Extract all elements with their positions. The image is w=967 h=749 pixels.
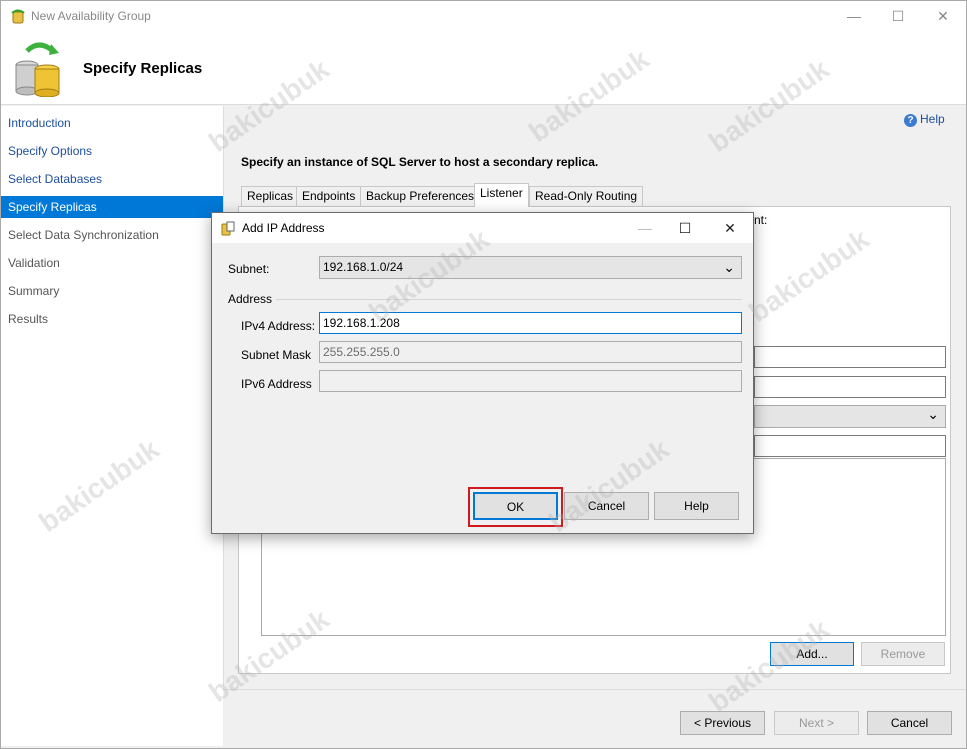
sidebar-item-results: Results	[8, 312, 49, 326]
close-button[interactable]: ✕	[920, 1, 966, 31]
listener-partial-label: nt:	[754, 213, 768, 227]
address-group-label: Address	[228, 292, 273, 306]
subnet-dropdown[interactable]: 192.168.1.0/24 ⌄	[319, 256, 742, 279]
database-wizard-icon	[15, 42, 60, 97]
ok-button[interactable]: OK	[473, 492, 558, 520]
sidebar-item-validation: Validation	[8, 256, 60, 270]
listener-dns-name-field[interactable]	[754, 346, 946, 368]
dialog-cancel-button[interactable]: Cancel	[564, 492, 649, 520]
ipv6-address-label: IPv6 Address	[241, 377, 312, 391]
sidebar-item-select-data-synchronization: Select Data Synchronization	[8, 228, 159, 242]
tab-read-only-routing[interactable]: Read-Only Routing	[529, 186, 644, 206]
subnet-value: 192.168.1.0/24	[323, 260, 404, 274]
page-title: Specify Replicas	[83, 60, 203, 77]
title-bar: New Availability Group — ☐ ✕	[1, 1, 966, 33]
ipv4-address-input[interactable]: 192.168.1.208	[319, 312, 742, 334]
remove-button: Remove	[861, 642, 945, 666]
dialog-close-button[interactable]: ✕	[710, 213, 750, 243]
next-button: Next >	[774, 711, 859, 735]
maximize-button[interactable]: ☐	[875, 1, 921, 31]
network-mode-dropdown[interactable]: ⌄	[754, 405, 946, 428]
help-icon: ?	[904, 114, 917, 127]
instruction-text: Specify an instance of SQL Server to hos…	[241, 155, 599, 169]
page-header: Specify Replicas	[1, 33, 966, 105]
ipv6-address-field	[319, 370, 742, 392]
dialog-minimize-button: —	[638, 220, 652, 236]
minimize-button[interactable]: —	[831, 1, 877, 31]
subnet-mask-field: 255.255.255.0	[319, 341, 742, 363]
subnet-mask-label: Subnet Mask	[241, 348, 312, 362]
subnet-label: Subnet:	[228, 262, 270, 276]
dialog-help-button[interactable]: Help	[654, 492, 739, 520]
add-ip-address-dialog: Add IP Address — ☐ ✕ Subnet: 192.168.1.0…	[211, 212, 754, 534]
cancel-button[interactable]: Cancel	[867, 711, 952, 735]
dialog-maximize-button[interactable]: ☐	[665, 213, 705, 243]
tab-replicas[interactable]: Replicas	[241, 186, 300, 206]
sidebar-item-summary: Summary	[8, 284, 60, 298]
ipv4-address-label: IPv4 Address:	[241, 319, 316, 333]
listener-port-field[interactable]	[754, 376, 946, 398]
address-group-divider	[276, 299, 742, 300]
add-button[interactable]: Add...	[770, 642, 854, 666]
chevron-down-icon: ⌄	[927, 406, 939, 422]
wizard-sidebar: Introduction Specify Options Select Data…	[1, 106, 223, 746]
network-field[interactable]	[754, 435, 946, 457]
availability-group-icon	[11, 9, 25, 24]
dialog-title-bar: Add IP Address — ☐ ✕	[212, 213, 753, 243]
dialog-app-icon	[221, 221, 235, 236]
window-title: New Availability Group	[31, 9, 151, 23]
sidebar-item-specify-options[interactable]: Specify Options	[1, 140, 223, 162]
previous-button[interactable]: < Previous	[680, 711, 765, 735]
dialog-title: Add IP Address	[242, 221, 325, 235]
chevron-down-icon: ⌄	[723, 259, 735, 275]
sidebar-item-specify-replicas[interactable]: Specify Replicas	[1, 196, 223, 218]
tab-endpoints[interactable]: Endpoints	[296, 186, 362, 206]
sidebar-item-select-databases[interactable]: Select Databases	[1, 168, 223, 190]
tab-backup-preferences[interactable]: Backup Preferences	[360, 186, 481, 206]
tab-listener[interactable]: Listener	[474, 183, 529, 207]
sidebar-item-introduction[interactable]: Introduction	[1, 112, 223, 134]
footer-divider	[223, 689, 966, 690]
help-link-label: Help	[920, 112, 945, 126]
help-link[interactable]: ? Help	[904, 112, 945, 127]
